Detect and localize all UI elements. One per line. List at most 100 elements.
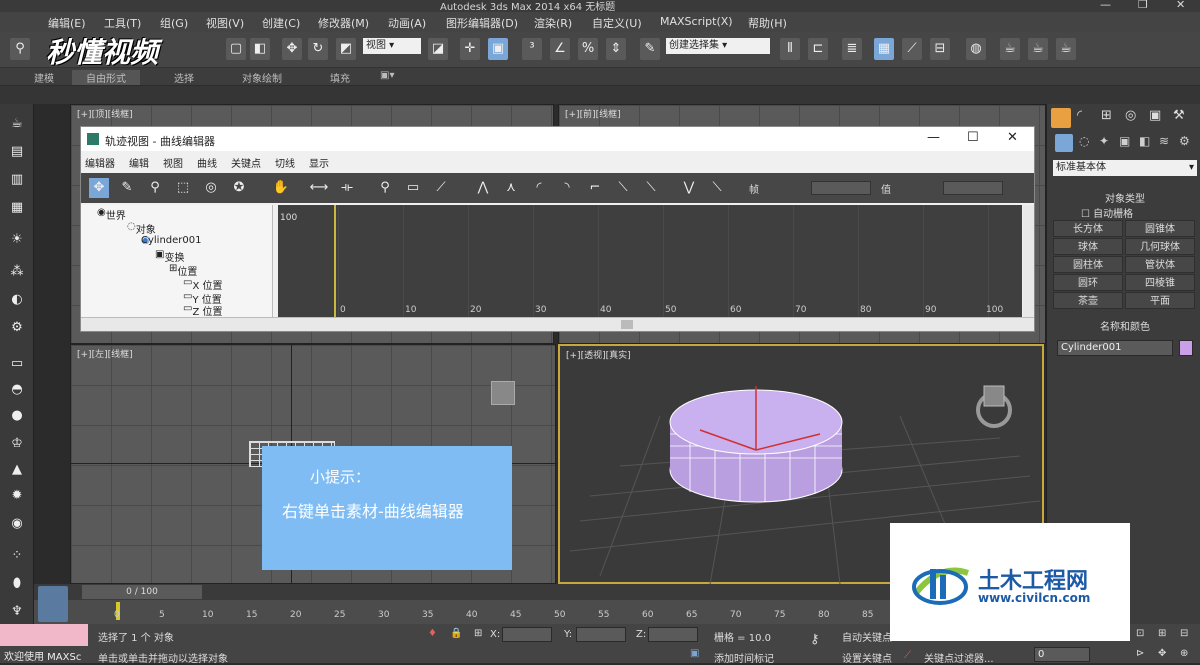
angle-snap-icon[interactable]: ∠ [550,38,570,60]
move-keys-icon[interactable]: ✥ [89,178,109,198]
zoom-icon[interactable]: ⚲ [375,178,395,198]
link-icon[interactable]: ⚲ [10,38,30,60]
viewport-front-label[interactable]: [+][前][线框] [565,107,621,120]
mirror-icon[interactable]: ⫴ [780,38,800,60]
region-tool-icon[interactable]: ⬚ [173,178,193,198]
sphere-button[interactable]: 球体 [1053,238,1123,255]
lock-tangents-icon[interactable]: ⟍ [707,178,727,198]
menu-create[interactable]: 创建(C) [262,15,300,31]
minimize-button[interactable]: — [1100,0,1111,11]
display-tab-icon[interactable]: ▣ [1149,108,1161,123]
hemisphere-icon[interactable]: ◓ [7,380,27,400]
zoom-region-icon[interactable]: ▭ [403,178,423,198]
utilities-tab-icon[interactable]: ⚒ [1173,108,1185,123]
percent-snap-icon[interactable]: % [578,38,598,60]
tangent-smooth-icon[interactable]: ⟍ [641,178,661,198]
menu-tools[interactable]: 工具(T) [104,15,141,31]
menu-curves[interactable]: 曲线 [197,155,217,170]
maximize-viewport-icon[interactable]: ⊟ [1180,628,1188,639]
menu-view[interactable]: 视图 [163,155,183,170]
curve-editor-icon[interactable]: ⟋ [902,38,922,60]
light-icon[interactable]: ☀ [7,230,27,250]
menu-group[interactable]: 组(G) [160,15,188,31]
lock-icon[interactable]: 🔒 [450,628,462,639]
value-field[interactable] [943,181,1003,195]
render-icon[interactable]: ▤ [7,142,27,162]
pan-view-icon[interactable]: ⊕ [1180,648,1188,659]
tree-item-z-position[interactable]: ▭ Z 位置 [183,303,222,318]
render-production-icon[interactable]: ☕ [1056,38,1076,60]
menu-rendering[interactable]: 渲染(R) [534,15,572,31]
name-color-header[interactable]: 名称和颜色 [1053,318,1197,333]
frame-vertical-icon[interactable]: ⟛ [337,178,357,198]
render-setup-icon[interactable]: ☕ [1000,38,1020,60]
viewcube-icon[interactable] [491,381,515,405]
select-manipulate-icon[interactable]: ✛ [460,38,480,60]
tangent-linear-icon[interactable]: ⟍ [613,178,633,198]
rotate-icon[interactable]: ↻ [308,38,328,60]
horizontal-scrollbar[interactable] [81,317,1034,331]
keyboard-shortcut-icon[interactable]: ▣ [488,38,508,60]
isolate-icon[interactable]: ♦ [428,628,437,639]
frame-horizontal-icon[interactable]: ⟷ [309,178,329,198]
isolate-curve-icon[interactable]: ⟋ [431,178,451,198]
helpers-icon[interactable]: ◧ [1139,134,1150,148]
modify-tab-icon[interactable]: ◜ [1077,108,1082,123]
torus-icon[interactable]: ◉ [7,514,27,534]
field-of-view-icon[interactable]: ⊳ [1136,648,1144,659]
curve-graph[interactable]: 100 0 10 20 30 40 50 60 70 80 90 100 [278,205,1022,317]
cylinder-button[interactable]: 圆柱体 [1053,256,1123,273]
ball-icon[interactable]: ● [7,406,27,426]
grid-icon[interactable]: ▦ [7,198,27,218]
schematic-view-icon[interactable]: ⊟ [930,38,950,60]
tangent-auto-icon[interactable]: ⋀ [473,178,493,198]
cone-button[interactable]: 圆锥体 [1125,220,1195,237]
geosphere-button[interactable]: 几何球体 [1125,238,1195,255]
viewport-top-label[interactable]: [+][顶][线框] [77,107,133,120]
particles-icon[interactable]: ⁂ [7,262,27,282]
draw-curves-icon[interactable]: ✎ [117,178,137,198]
shapes-icon[interactable]: ◌ [1079,134,1089,148]
robot-icon[interactable]: ⚙ [7,318,27,338]
frame-field[interactable] [811,181,871,195]
menu-tangents[interactable]: 切线 [275,155,295,170]
zoom-all-icon[interactable]: ⊞ [1158,628,1166,639]
tangent-fast-icon[interactable]: ◜ [529,178,549,198]
retime-all-icon[interactable]: ✪ [229,178,249,198]
frame-spinner[interactable]: 0 [1034,647,1090,662]
box-button[interactable]: 长方体 [1053,220,1123,237]
object-name-field[interactable]: Cylinder001 [1057,340,1173,356]
menu-modifiers[interactable]: 修改器(M) [318,15,369,31]
tree-item-x-position[interactable]: ▭ X 位置 [183,277,222,292]
named-selection-dropdown[interactable]: 创建选择集 ▾ [666,38,770,54]
plane-icon[interactable]: ▭ [7,354,27,374]
teapot-button[interactable]: 茶壶 [1053,292,1123,309]
absolute-mode-icon[interactable]: ⊞ [474,628,482,639]
teapot-icon[interactable]: ☕ [7,114,27,134]
object-type-header[interactable]: 对象类型 [1053,190,1197,205]
retime-icon[interactable]: ◎ [201,178,221,198]
menu-edit[interactable]: 编辑 [129,155,149,170]
zoom-extents-icon[interactable]: ⊡ [1136,628,1144,639]
ribbon-tab-freeform[interactable]: 自由形式 [72,70,140,85]
systems-icon[interactable]: ⚙ [1179,134,1190,148]
ribbon-tab-modeling[interactable]: 建模 [34,70,54,85]
maximize-button[interactable]: ❐ [1138,0,1148,11]
hierarchy-tab-icon[interactable]: ⊞ [1101,108,1112,123]
list-icon[interactable]: ▥ [7,170,27,190]
snap-3d-icon[interactable]: ³ [522,38,542,60]
menu-edit[interactable]: 编辑(E) [48,15,86,31]
key-icon[interactable]: ⚷ [810,632,820,647]
select-region-icon[interactable]: ▢ [226,38,246,60]
viewport-layout-icon[interactable] [38,586,68,622]
tree-item-objects[interactable]: ◌ 对象 [127,221,156,236]
reference-coordinate-dropdown[interactable]: 视图 ▾ [363,38,421,54]
tangent-slow-icon[interactable]: ◝ [557,178,577,198]
ribbon-options-icon[interactable]: ▣▾ [380,70,394,81]
motion-tab-icon[interactable]: ◎ [1125,108,1136,123]
minimize-icon[interactable]: — [927,130,940,145]
scroll-thumb[interactable] [621,320,633,329]
tree-item-world[interactable]: ◉ 世界 [97,207,126,222]
close-button[interactable]: ✕ [1176,0,1185,11]
menu-help[interactable]: 帮助(H) [748,15,787,31]
